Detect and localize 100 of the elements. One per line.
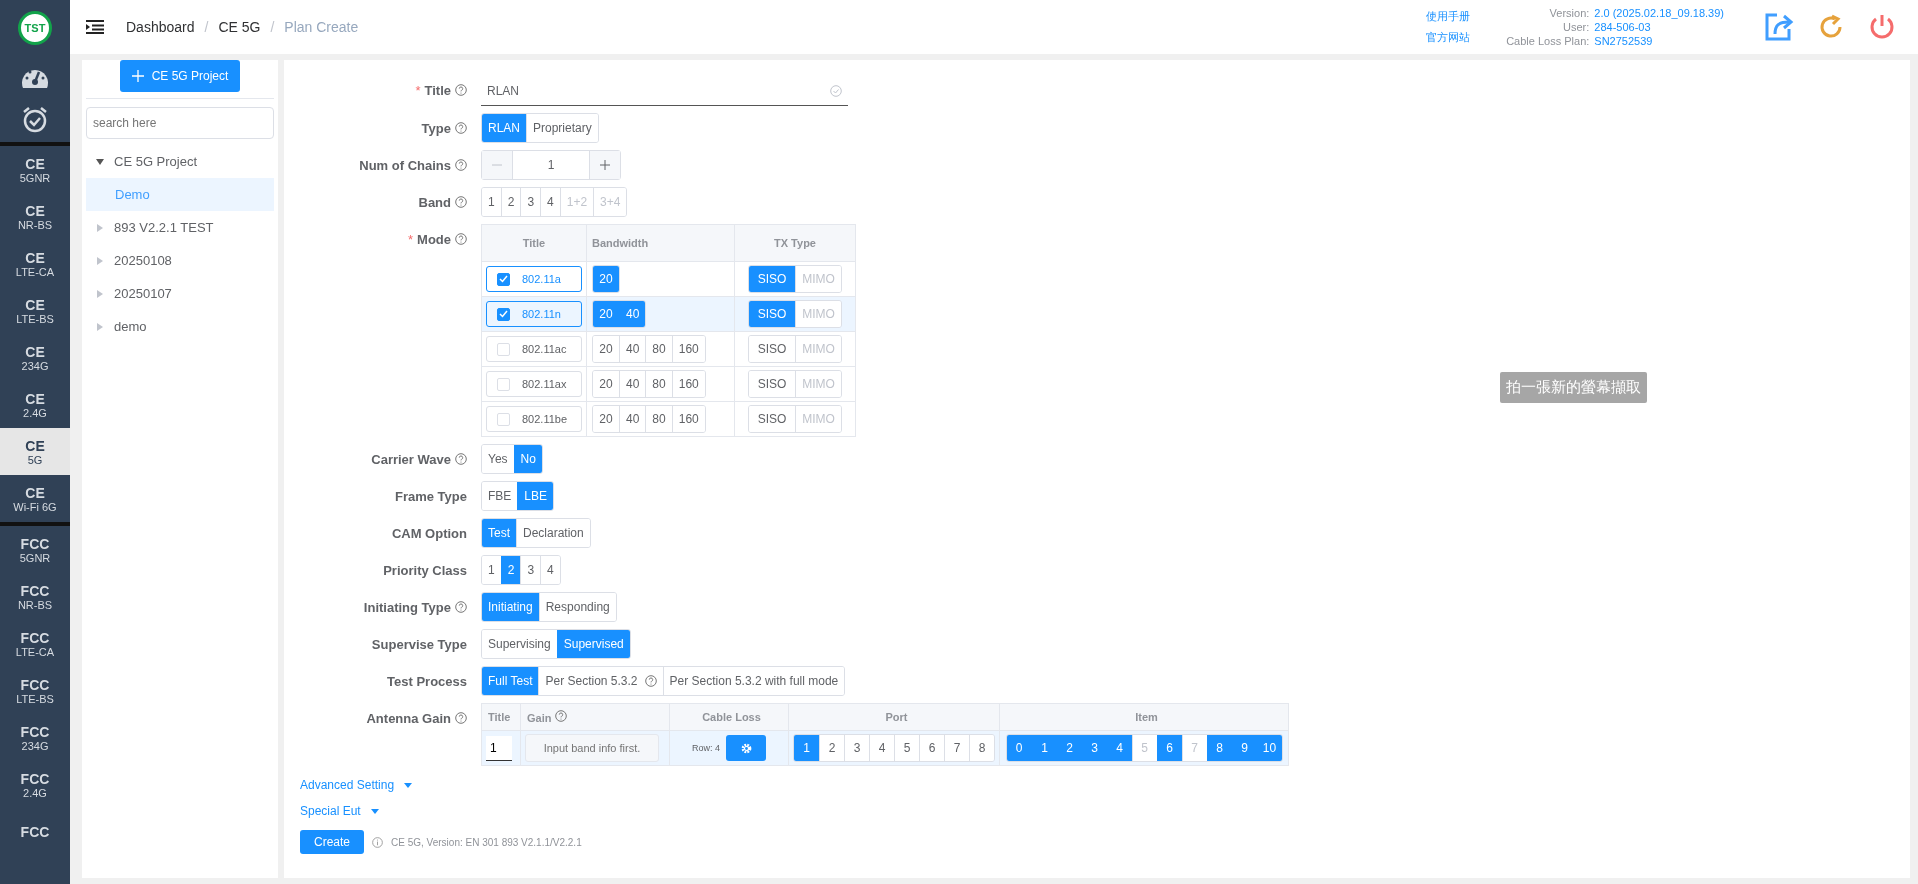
tree-item[interactable]: 20250107: [86, 277, 274, 310]
port-option[interactable]: 6: [919, 735, 944, 761]
port-option[interactable]: 8: [969, 735, 994, 761]
field-label: Band: [418, 194, 451, 210]
nav-item[interactable]: CE Wi-Fi 6G: [0, 475, 70, 522]
help-link[interactable]: 使用手册: [1426, 9, 1471, 24]
logo: TST: [18, 11, 52, 45]
info-label: Cable Loss Plan:: [1506, 34, 1591, 48]
antenna-title-field[interactable]: 1: [486, 735, 512, 761]
caret-down-icon: [404, 782, 413, 788]
help-icon[interactable]: [455, 159, 467, 171]
checkmark-icon: [499, 275, 508, 283]
help-icon[interactable]: [455, 601, 467, 613]
breadcrumb-separator: /: [270, 19, 275, 35]
column-header: Bandwidth: [586, 224, 735, 262]
version-note: CE 5G, Version: EN 301 893 V2.1.1/V2.2.1: [391, 836, 582, 848]
nav-item[interactable]: CE NR-BS: [0, 193, 70, 240]
breadcrumb-item[interactable]: CE 5G: [218, 19, 261, 35]
nav-item[interactable]: CE 5GNR: [0, 146, 70, 193]
port-option[interactable]: 3: [844, 735, 869, 761]
caret-down-icon: [370, 808, 379, 814]
bandwidth-option[interactable]: 160: [671, 371, 705, 397]
cable-loss-settings-button[interactable]: [726, 735, 766, 761]
column-header: Title: [481, 703, 521, 731]
help-icon[interactable]: [455, 84, 467, 96]
field-label: Mode: [417, 231, 451, 247]
search-field[interactable]: search here: [86, 107, 274, 139]
column-header: TX Type: [734, 224, 856, 262]
nav-item[interactable]: CE 234G: [0, 334, 70, 381]
info-icon: [372, 836, 384, 848]
breadcrumb-item: Plan Create: [284, 19, 359, 35]
nav-item[interactable]: CE LTE-BS: [0, 287, 70, 334]
option-button[interactable]: Declaration: [516, 519, 590, 547]
checkmark-icon: [499, 310, 508, 318]
port-option[interactable]: 4: [869, 735, 894, 761]
nav-item[interactable]: FCC NR-BS: [0, 573, 70, 620]
mode-checkbox[interactable]: 802.11ac: [486, 336, 582, 362]
mode-checkbox[interactable]: 802.11ax: [486, 371, 582, 397]
bandwidth-option[interactable]: 160: [671, 336, 705, 362]
field-label: Title: [424, 82, 451, 98]
nav-item[interactable]: FCC: [0, 808, 70, 855]
increment-button[interactable]: [590, 151, 620, 179]
column-header: Port: [788, 703, 1000, 731]
help-icon[interactable]: [555, 710, 568, 722]
help-icon[interactable]: [455, 712, 467, 724]
tree-item[interactable]: demo: [86, 310, 274, 343]
caret-icon[interactable]: [96, 157, 104, 166]
info-value: 2.0 (2025.02.18_09.18.39): [1594, 6, 1724, 20]
tree-item[interactable]: 20250108: [86, 244, 274, 277]
menu-fold-icon[interactable]: [86, 19, 104, 35]
power-icon[interactable]: [1868, 13, 1896, 41]
info-value: 284-506-03: [1594, 20, 1652, 34]
refresh-icon[interactable]: [1818, 14, 1844, 40]
port-option[interactable]: 2: [819, 735, 844, 761]
help-icon[interactable]: [455, 453, 467, 465]
required-mark: *: [408, 231, 414, 247]
title-input-field[interactable]: RLAN: [481, 77, 848, 106]
nav-item[interactable]: FCC LTE-CA: [0, 620, 70, 667]
required-mark: *: [415, 82, 421, 98]
nav-item[interactable]: CE 5G: [0, 428, 70, 475]
field-label: Test Process: [387, 673, 467, 689]
nav-item[interactable]: FCC 2.4G: [0, 761, 70, 808]
column-header: Cable Loss: [669, 703, 789, 731]
option-button[interactable]: Responding: [538, 593, 616, 621]
collapsible-link[interactable]: Special Eut: [300, 804, 379, 818]
settings-icon: [739, 741, 753, 755]
nav-item[interactable]: FCC 234G: [0, 714, 70, 761]
breadcrumb-separator: /: [204, 19, 209, 35]
port-option[interactable]: 5: [894, 735, 919, 761]
nav-item[interactable]: FCC LTE-BS: [0, 667, 70, 714]
row-count: Row: 4: [692, 742, 720, 753]
column-header: Item: [999, 703, 1289, 731]
bandwidth-option[interactable]: 160: [671, 406, 705, 432]
nav-item[interactable]: CE LTE-CA: [0, 240, 70, 287]
tree-item[interactable]: 893 V2.2.1 TEST: [86, 211, 274, 244]
help-icon[interactable]: [455, 122, 467, 134]
option-button[interactable]: 4: [540, 556, 560, 584]
tooltip: 拍一張新的螢幕擷取: [1500, 372, 1647, 403]
help-link[interactable]: 官方网站: [1426, 30, 1471, 45]
help-icon[interactable]: [455, 233, 467, 245]
help-icon[interactable]: [455, 196, 467, 208]
nav-item[interactable]: FCC 5GNR: [0, 526, 70, 573]
check-circle-icon: [830, 85, 842, 97]
option-button[interactable]: Per Section 5.3.2 with full mode: [662, 667, 845, 695]
port-option[interactable]: 7: [944, 735, 969, 761]
field-label: Supervise Type: [371, 636, 467, 652]
breadcrumb-item[interactable]: Dashboard: [126, 19, 195, 35]
alarm-clock-icon[interactable]: [21, 106, 49, 134]
plus-icon: [600, 160, 610, 170]
nav-item[interactable]: CE 2.4G: [0, 381, 70, 428]
mode-checkbox[interactable]: 802.11be: [486, 406, 582, 432]
export-icon[interactable]: [1764, 12, 1794, 42]
help-icon[interactable]: [644, 675, 657, 687]
tree-item[interactable]: CE 5G Project: [86, 145, 274, 178]
option-button[interactable]: Proprietary: [526, 114, 598, 142]
field-label: CAM Option: [391, 525, 467, 541]
plus-icon: [131, 70, 144, 82]
collapsible-link[interactable]: Advanced Setting: [300, 778, 413, 792]
mode-checkbox[interactable]: 802.11a: [486, 266, 582, 292]
info-value: SN2752539: [1594, 34, 1654, 48]
